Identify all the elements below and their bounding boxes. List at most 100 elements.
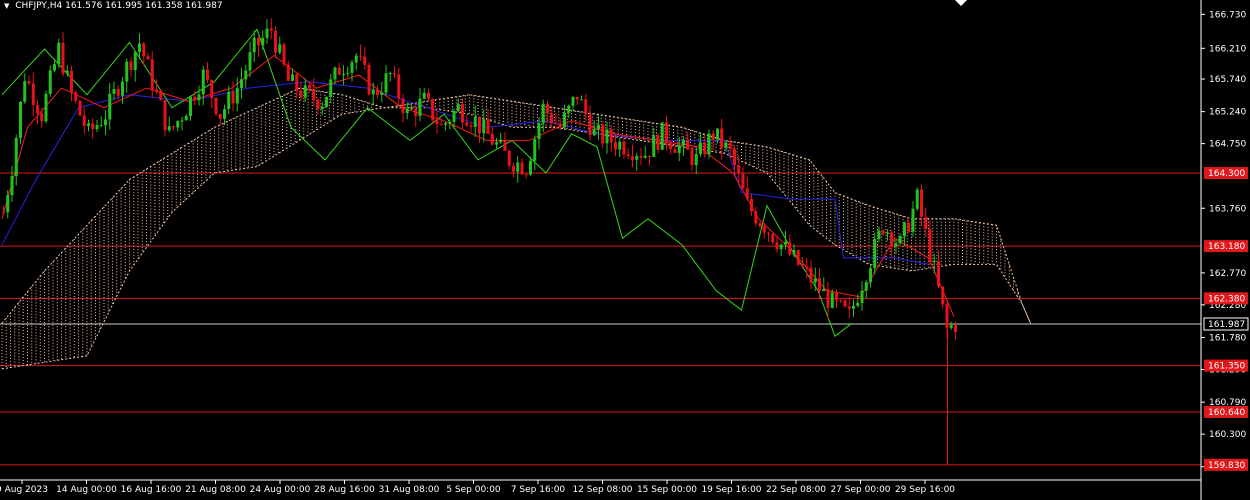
bull-candle <box>860 290 864 304</box>
time-tick-label: 15 Sep 00:00 <box>637 485 697 495</box>
bull-candle <box>240 79 243 89</box>
bear-candle <box>937 261 940 287</box>
bull-candle <box>10 176 14 196</box>
level-tag-label: 159.830 <box>1208 461 1245 471</box>
bull-candle <box>48 70 52 94</box>
bull-candle <box>422 92 426 99</box>
bull-candle <box>384 73 388 93</box>
bear-candle <box>550 113 554 124</box>
bull-candle <box>652 135 656 157</box>
bull-candle <box>388 73 392 75</box>
bear-candle <box>286 64 290 81</box>
bear-candle <box>711 133 715 140</box>
bear-candle <box>686 139 690 150</box>
level-tag-label: 162.380 <box>1208 294 1245 304</box>
price-tick-label: 166.730 <box>1209 10 1246 20</box>
bear-candle <box>754 211 758 224</box>
bull-candle <box>244 70 248 80</box>
price-tick-label: 162.770 <box>1209 269 1246 279</box>
bull-candle <box>541 103 545 124</box>
chart-header: ▼ CHFJPY,H4 161.576 161.995 161.358 161.… <box>4 1 223 11</box>
bull-candle <box>405 108 409 114</box>
bull-candle <box>903 222 906 237</box>
bear-candle <box>945 304 949 328</box>
bear-candle <box>376 89 379 95</box>
bear-candle <box>758 223 762 227</box>
bull-candle <box>618 141 622 150</box>
bear-candle <box>839 300 843 302</box>
bull-candle <box>563 112 566 128</box>
price-tick-label: 163.760 <box>1209 204 1246 214</box>
bear-candle <box>146 56 150 60</box>
horizontal-levels <box>0 172 1201 466</box>
bear-candle <box>554 123 558 125</box>
bull-candle <box>53 64 56 71</box>
bear-candle <box>206 69 209 80</box>
bear-candle <box>835 292 838 301</box>
level-tag-label: 163.180 <box>1208 242 1245 252</box>
bull-candle <box>456 104 460 112</box>
ichimoku-lines <box>1 28 955 338</box>
bull-candle <box>235 88 239 104</box>
bear-candle <box>486 119 490 134</box>
bear-candle <box>954 325 957 333</box>
bear-candle <box>843 300 847 307</box>
bear-candle <box>257 37 260 46</box>
bull-candle <box>303 85 307 98</box>
bull-candle <box>227 91 231 110</box>
bear-candle <box>129 61 133 71</box>
bull-candle <box>516 162 520 172</box>
time-tick-label: 12 Sep 08:00 <box>572 485 632 495</box>
bear-candle <box>924 216 928 230</box>
bear-candle <box>656 135 660 150</box>
bull-candle <box>699 142 702 155</box>
bull-candle <box>886 232 889 234</box>
level-tag-label: 160.640 <box>1208 408 1245 418</box>
bull-candle <box>176 121 180 128</box>
time-tick-label: 5 Sep 00:00 <box>446 485 501 495</box>
bull-candle <box>138 43 141 52</box>
bear-candle <box>36 104 39 114</box>
bull-candle <box>643 155 647 158</box>
bull-candle <box>133 51 137 71</box>
bull-candle <box>278 44 282 53</box>
bear-candle <box>775 242 779 250</box>
bull-candle <box>380 92 384 95</box>
chart-menu-icon[interactable]: ▼ <box>4 2 9 10</box>
bull-candle <box>104 119 107 126</box>
price-chart[interactable]: 166.730 166.210 165.740 165.240 164.750 163.7… <box>0 0 1250 500</box>
bull-candle <box>99 125 103 127</box>
bull-candle <box>291 74 294 81</box>
bull-candle <box>660 122 664 150</box>
bull-candle <box>184 116 188 121</box>
bear-candle <box>269 28 273 31</box>
bull-candle <box>482 119 486 134</box>
bear-candle <box>626 154 630 157</box>
bear-candle <box>639 155 643 158</box>
bear-candle <box>439 124 443 126</box>
bull-candle <box>108 93 112 120</box>
bull-candle <box>57 42 61 65</box>
bull-candle <box>223 109 226 119</box>
price-tick-label: 160.300 <box>1209 430 1246 440</box>
bear-candle <box>609 129 613 143</box>
time-tick-label: 19 Sep 16:00 <box>701 485 761 495</box>
bull-candle <box>354 55 358 63</box>
bull-candle <box>877 230 881 239</box>
bear-candle <box>745 188 749 200</box>
bear-candle <box>150 59 154 90</box>
bear-candle <box>631 156 634 160</box>
bull-candle <box>537 123 541 140</box>
bear-candle <box>771 233 775 243</box>
bull-candle <box>452 111 456 122</box>
bear-candle <box>193 96 197 101</box>
bull-candle <box>265 28 269 38</box>
bear-candle <box>588 114 592 136</box>
bear-candle <box>720 128 724 148</box>
bull-candle <box>677 145 681 153</box>
bull-candle <box>716 128 719 140</box>
time-axis: 9 Aug 2023 14 Aug 00:00 16 Aug 16:00 21 Aug… <box>0 480 955 495</box>
bear-candle <box>762 226 766 233</box>
current-price-tag-label: 161.987 <box>1208 320 1245 330</box>
bear-candle <box>159 90 163 101</box>
